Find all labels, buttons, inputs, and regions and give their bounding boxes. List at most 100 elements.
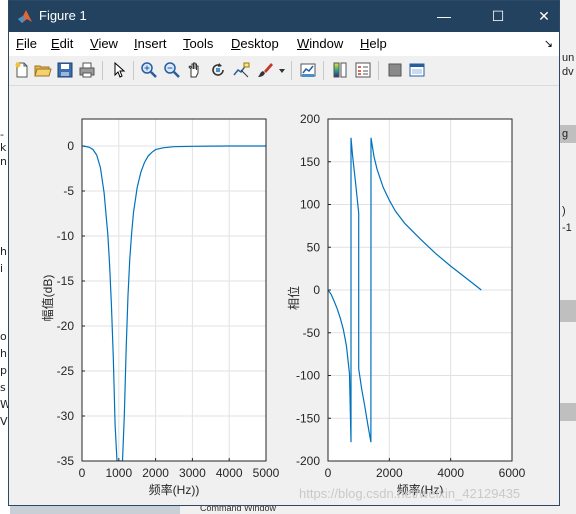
x-tick-label: 4000	[216, 466, 243, 480]
menu-edit-label: dit	[59, 36, 74, 51]
bg-text: -1	[562, 222, 572, 234]
print-icon[interactable]	[78, 61, 96, 79]
show-plot-tools-icon[interactable]	[408, 61, 426, 79]
brush-dropdown-icon[interactable]	[277, 61, 287, 79]
y-tick-label: -10	[57, 229, 75, 243]
matlab-logo-icon	[18, 10, 32, 23]
close-button[interactable]: ✕	[521, 1, 567, 32]
y-tick-label: -50	[303, 326, 321, 340]
maximize-button[interactable]: ☐	[475, 1, 521, 32]
rotate-icon[interactable]	[209, 61, 227, 79]
menu-desktop[interactable]: Desktop	[231, 36, 279, 51]
brush-icon[interactable]	[256, 61, 274, 79]
x-tick-label: 3000	[179, 466, 206, 480]
x-tick-label: 5000	[253, 466, 280, 480]
menu-edit[interactable]: Edit	[51, 36, 73, 51]
menu-view-label: iew	[98, 36, 118, 51]
y-axis-label: 相位	[286, 286, 301, 310]
menu-file[interactable]: File	[16, 36, 37, 51]
y-axis-label: 幅值(dB)	[40, 275, 55, 322]
title-bar[interactable]: Figure 1 — ☐ ✕	[9, 1, 559, 32]
y-tick-label: 150	[300, 155, 320, 169]
bg-text: g	[562, 128, 569, 140]
menu-view[interactable]: View	[90, 36, 118, 51]
menu-bar: File Edit View Insert Tools Desktop Wind…	[9, 32, 559, 56]
menu-desktop-label: esktop	[240, 36, 279, 51]
pan-icon[interactable]	[186, 61, 204, 79]
y-tick-label: -30	[57, 409, 75, 423]
zoom-out-icon[interactable]	[163, 61, 181, 79]
bg-text: )	[562, 205, 566, 217]
menu-help[interactable]: Help	[360, 36, 387, 51]
toolbar-separator	[323, 61, 324, 80]
figure-plots: 0 1000 2000 3000 4000 50000-5-10-15-20-25-30-…	[40, 112, 526, 497]
bg-text: o	[0, 330, 7, 343]
axes-2: 0 2000 4000 6000 200 150 100 50 0 -50 -100 -150 -200…	[286, 112, 526, 497]
bg-text: dv	[562, 66, 574, 78]
background-command-window: Command Window	[180, 503, 560, 514]
bg-text: un	[562, 52, 575, 64]
y-tick-label: 0	[313, 283, 320, 297]
y-tick-label: -200	[296, 454, 320, 468]
figure-toolbar	[9, 56, 559, 86]
bg-text: p	[0, 364, 7, 377]
x-tick-label: 2000	[142, 466, 169, 480]
link-plot-icon[interactable]	[299, 61, 317, 79]
menu-tools[interactable]: Tools	[183, 36, 213, 51]
pointer-icon[interactable]	[110, 61, 128, 79]
menu-file-accelerator: F	[16, 36, 24, 51]
legend-icon[interactable]	[354, 61, 372, 79]
y-tick-label: -5	[63, 184, 74, 198]
figure-window: Figure 1 — ☐ ✕ File Edit View Insert Too…	[8, 0, 560, 506]
figure-canvas: 0 1000 2000 3000 4000 5000 0 -5 -10 -15 -20 -25 -30-…	[9, 86, 559, 505]
bg-band	[560, 403, 576, 421]
window-title: Figure 1	[39, 8, 87, 23]
y-tick-label: -15	[57, 274, 75, 288]
plot-area	[82, 119, 266, 461]
y-tick-label: -25	[57, 364, 75, 378]
y-tick-label: -20	[57, 319, 75, 333]
y-tick-label: -150	[296, 411, 320, 425]
x-tick-label: 0	[79, 466, 86, 480]
toolbar-separator	[133, 61, 134, 80]
save-icon[interactable]	[56, 61, 74, 79]
menu-desktop-accelerator: D	[231, 36, 241, 51]
bg-text: h	[0, 245, 7, 258]
bg-text: V	[0, 415, 8, 428]
menu-window-label: indow	[309, 36, 344, 51]
x-tick-label: 2000	[376, 466, 403, 480]
y-tick-label: 100	[300, 198, 320, 212]
y-tick-label: -35	[57, 454, 75, 468]
open-file-icon[interactable]	[34, 61, 52, 79]
bg-text: n	[0, 155, 7, 168]
menu-insert[interactable]: Insert	[134, 36, 167, 51]
y-tick-label: 50	[307, 240, 321, 254]
menu-help-accelerator: H	[360, 36, 370, 51]
toolbar-separator	[378, 61, 379, 80]
bg-band	[560, 300, 576, 322]
minimize-button[interactable]: —	[421, 1, 467, 32]
dock-arrow-icon[interactable]: ↘	[544, 37, 553, 50]
bg-text: h	[0, 347, 7, 360]
data-cursor-icon[interactable]	[232, 61, 250, 79]
new-figure-icon[interactable]	[13, 61, 31, 79]
x-tick-label: 6000	[499, 466, 526, 480]
axes-1: 0 1000 2000 3000 4000 5000 0 -5 -10 -15 -20 -25 -30 -…	[40, 118, 280, 497]
x-tick-label: 4000	[437, 466, 464, 480]
menu-window[interactable]: Window	[297, 36, 343, 51]
watermark-text: https://blog.csdn.net/weixin_42129435	[299, 486, 521, 501]
menu-file-label: ile	[23, 36, 37, 51]
y-tick-label: -100	[296, 369, 320, 383]
bg-text: s	[0, 381, 6, 394]
y-tick-label: 0	[67, 139, 74, 153]
menu-insert-label: nsert	[137, 36, 167, 51]
y-tick-label: 200	[300, 112, 320, 126]
zoom-in-icon[interactable]	[140, 61, 158, 79]
hide-plot-tools-icon[interactable]	[386, 61, 404, 79]
x-tick-label: 0	[325, 466, 332, 480]
menu-edit-accelerator: E	[51, 36, 60, 51]
x-tick-label: 1000	[105, 466, 132, 480]
colorbar-icon[interactable]	[331, 61, 349, 79]
x-axis-label: 频率(Hz))	[149, 482, 200, 497]
background-window-right: un dv g ) -1	[560, 0, 576, 514]
